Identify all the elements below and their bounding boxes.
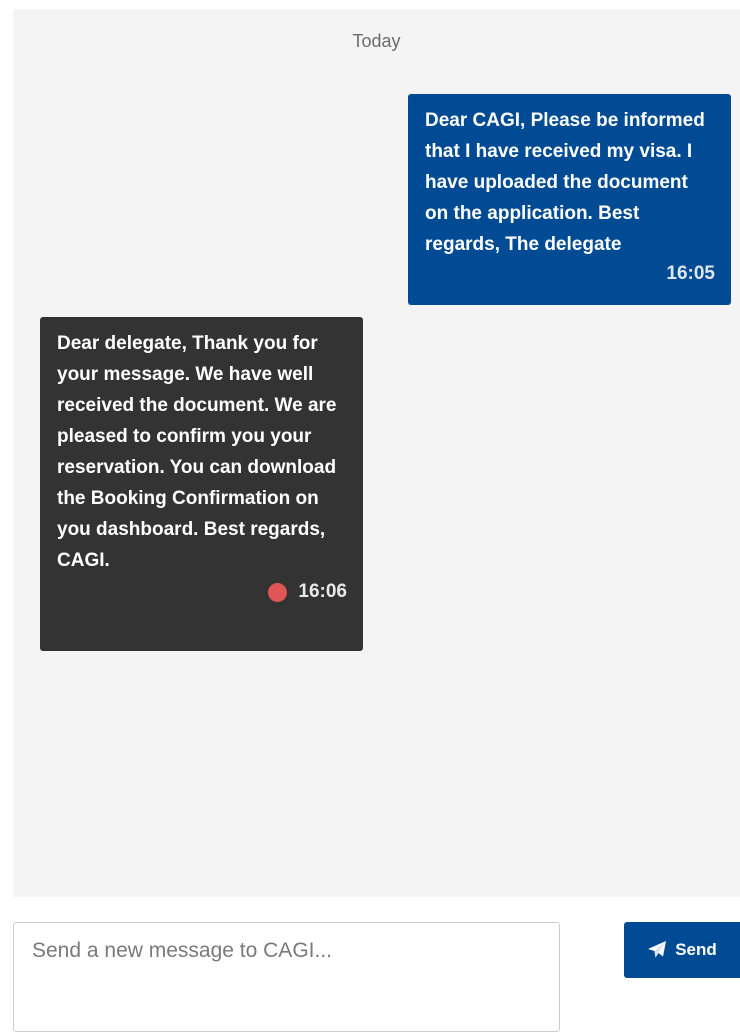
message-bubble-sent: Dear CAGI, Please be informed that I hav…	[408, 94, 731, 305]
message-text: Dear CAGI, Please be informed that I hav…	[425, 110, 705, 255]
message-time: 16:05	[666, 263, 715, 284]
unread-status-dot	[268, 582, 288, 602]
date-divider: Today	[352, 31, 401, 51]
message-meta: 16:05	[425, 260, 715, 288]
message-time: 16:06	[298, 581, 347, 602]
new-message-input[interactable]	[13, 922, 560, 1032]
paper-plane-icon	[647, 940, 667, 960]
message-bubble-received: Dear delegate, Thank you for your messag…	[40, 317, 363, 651]
chat-panel[interactable]: Today Dear CAGI, Please be informed that…	[13, 9, 740, 897]
send-button-label: Send	[675, 940, 717, 959]
send-button[interactable]: Send	[624, 922, 740, 978]
message-meta: 16:06	[57, 578, 347, 606]
message-text: Dear delegate, Thank you for your messag…	[57, 333, 337, 571]
